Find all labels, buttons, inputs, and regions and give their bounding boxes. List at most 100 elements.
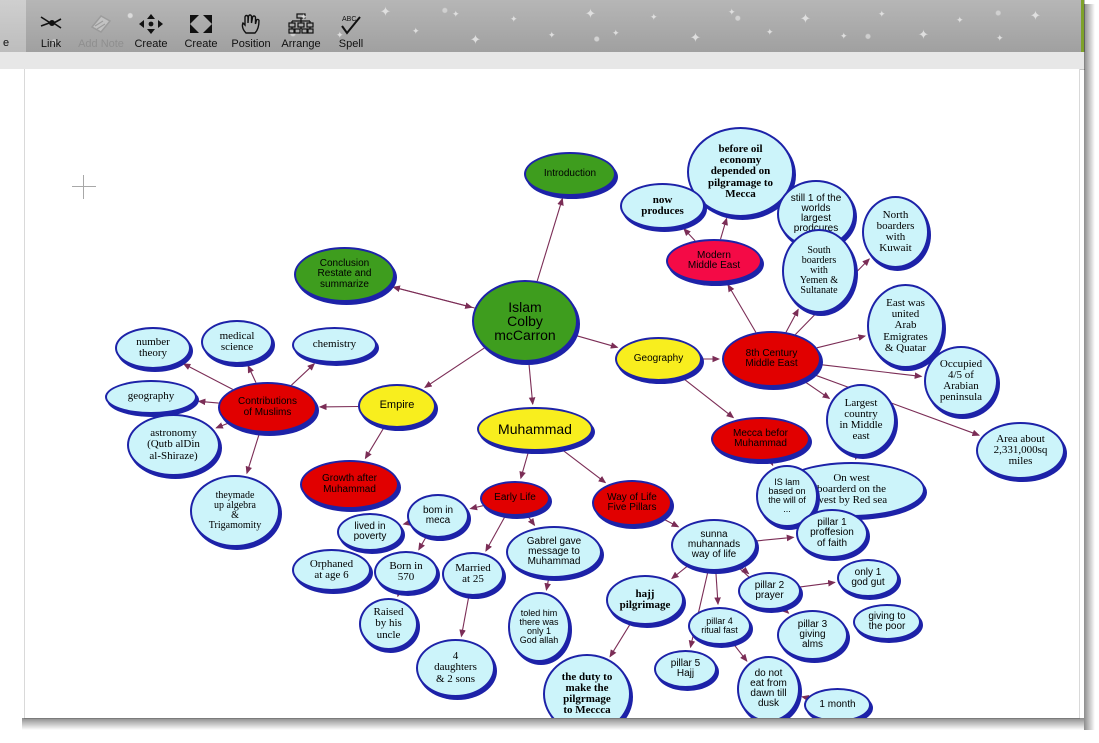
mindmap-node-islam[interactable]: Islam Colby mcCarron [472,280,578,362]
toolbar-decorative-star-icon: ✦ [650,12,658,22]
mindmap-link-muhammad-to-earlylife[interactable] [519,450,530,480]
mindmap-node-northbord[interactable]: North boarders with Kuwait [862,196,929,268]
mindmap-link-pillar2-to-only1god[interactable] [800,579,836,588]
mindmap-link-geography-to-meccabefor[interactable] [681,377,735,419]
mindmap-link-wayoflife-to-sunna[interactable] [661,517,680,528]
mindmap-link-conclusion-to-islam[interactable] [389,285,473,309]
canvas-left-gutter [0,69,25,718]
mindmap-link-century8-to-largest[interactable] [802,380,831,400]
mindmap-link-sunna-to-pillar4[interactable] [714,570,721,606]
mindmap-node-bornmeca[interactable]: bom in meca [407,494,469,538]
mindmap-link-contributions-to-astronomy[interactable] [215,422,229,429]
mindmap-node-pillar3[interactable]: pillar 3 giving alms [777,610,848,660]
mindmap-link-contributions-to-geographysub[interactable] [197,398,219,406]
mindmap-node-wayoflife[interactable]: Way of Life Five Pillars [592,480,672,526]
toolbar-decorative-star-icon: ✦ [452,9,460,19]
mindmap-node-born570[interactable]: Born in 570 [374,551,438,593]
mindmap-node-empire[interactable]: Empire [358,384,436,428]
mindmap-link-modernme-to-nowproduces[interactable] [683,228,696,242]
mindmap-link-meccabefor-to-islambased[interactable] [766,457,774,467]
mindmap-node-sunna[interactable]: sunna muhannads way of life [671,519,757,571]
mindmap-node-earlylife[interactable]: Early Life [480,481,550,516]
mindmap-link-earlylife-to-bornmeca[interactable] [469,503,484,511]
mindmap-link-earlylife-to-gabrel[interactable] [526,514,536,527]
mindmap-node-married25[interactable]: Married at 25 [442,552,504,596]
mindmap-node-growth[interactable]: Growth after Muhammad [300,460,399,509]
mindmap-node-conclusion[interactable]: Conclusion Restate and summarize [294,247,395,302]
mindmap-link-modernme-to-beforeoil[interactable] [719,217,728,240]
toolbar-button-create-3[interactable]: Create [176,2,226,52]
mindmap-node-label: Mecca befor Muhammad [732,427,789,449]
mindmap-node-largest[interactable]: Largest country in Middle east [826,384,896,456]
mindmap-node-algebra[interactable]: theymade up algebra & Trigamomity [190,475,280,547]
mindmap-link-born570-to-raiseduncle[interactable] [396,588,404,598]
mindmap-link-islam-to-muhammad[interactable] [528,361,536,406]
toolbar-decorative-star-icon: ✦ [918,27,929,42]
mindmap-node-livedpoverty[interactable]: lived in poverty [337,513,403,551]
hand-icon [234,10,268,38]
mindmap-link-contributions-to-chemistry[interactable] [291,363,316,386]
mindmap-node-century8[interactable]: 8th Century Middle East [722,331,821,387]
mindmap-node-medical[interactable]: medical science [201,320,273,364]
mindmap-node-label: Islam Colby mcCarron [494,298,556,344]
mindmap-node-1month[interactable]: 1 month [804,688,871,718]
mindmap-node-occupied[interactable]: Occupied 4/5 of Arabian peninsula [924,346,998,416]
mindmap-link-contributions-to-medical[interactable] [247,365,257,383]
mindmap-node-label: Born in 570 [389,559,423,583]
mindmap-link-earlylife-to-married25[interactable] [485,515,507,552]
mindmap-node-geographysub[interactable]: geography [105,380,197,414]
toolbar-button-link-0[interactable]: Link [26,2,76,52]
mindmap-link-century8-to-eastunited[interactable] [816,334,867,349]
mindmap-node-meccabefor[interactable]: Mecca befor Muhammad [711,417,810,461]
mindmap-node-pillar1[interactable]: pillar 1 proffesion of faith [796,509,868,558]
mindmap-node-toledhim[interactable]: toled him there was only 1 God allah [508,592,570,662]
toolbar-button-arrange-5[interactable]: Arrange [276,2,326,52]
mindmap-node-chemistry[interactable]: chemistry [292,327,377,363]
mindmap-node-pillar4[interactable]: pillar 4 ritual fast [688,607,751,645]
mindmap-node-muhammad[interactable]: Muhammad [477,407,593,451]
mindmap-node-only1god[interactable]: only 1 god gut [837,559,899,597]
mindmap-node-introduction[interactable]: Introduction [524,152,616,196]
mindmap-node-modernme[interactable]: Modern Middle East [666,239,762,283]
mindmap-node-contributions[interactable]: Contributions of Muslims [218,382,317,433]
mindmap-node-givingpoor[interactable]: giving to the poor [853,604,921,640]
mindmap-node-geography[interactable]: Geography [615,337,702,381]
mindmap-node-pillar5[interactable]: pillar 5 Hajj [654,650,717,688]
mindmap-link-islam-to-empire[interactable] [424,347,486,389]
mindmap-node-label: Early Life [494,492,536,504]
mindmap-node-pillar2[interactable]: pillar 2 prayer [738,572,801,610]
mindmap-link-islam-to-introduction[interactable] [536,197,564,282]
mindmap-link-bornmeca-to-born570[interactable] [418,536,427,551]
mindmap-link-century8-to-modernme[interactable] [727,284,757,333]
mindmap-node-hajj[interactable]: hajj pilgrimage [606,575,684,625]
mindmap-link-gabrel-to-toledhim[interactable] [544,577,551,591]
mindmap-link-century8-to-southbord[interactable] [785,308,799,333]
mindmap-node-daughters[interactable]: 4 daughters & 2 sons [416,639,495,697]
mind-map-canvas[interactable]: Islam Colby mcCarron Introduction Conclusion… [24,69,1080,719]
mindmap-link-sunna-to-hajj[interactable] [671,565,689,580]
toolbar-button-spell-6[interactable]: ABC Spell [326,2,376,52]
mindmap-link-contributions-to-numbertheory[interactable] [182,363,233,390]
mindmap-link-sunna-to-pillar1[interactable] [756,534,795,542]
mindmap-node-eastunited[interactable]: East was united Arab Emigrates & Quatar [867,284,944,368]
mindmap-node-area[interactable]: Area about 2,331,000sq miles [976,422,1065,479]
toolbar-button-create-2[interactable]: Create [126,2,176,52]
mindmap-node-donoteat[interactable]: do not eat from dawn till dusk [737,656,800,718]
mindmap-link-contributions-to-algebra[interactable] [245,432,261,475]
mindmap-link-islam-to-geography[interactable] [574,334,619,349]
mindmap-link-empire-to-growth[interactable] [364,426,385,460]
mindmap-node-gabrel[interactable]: Gabrel gave message to Muhammad [506,526,602,578]
mindmap-link-married25-to-daughters[interactable] [459,595,470,638]
mindmap-node-southbord[interactable]: South boarders with Yemen & Sultanate [782,229,856,313]
mindmap-link-hajj-to-duty[interactable] [609,622,632,658]
mindmap-node-orphaned[interactable]: Orphaned at age 6 [292,549,371,591]
toolbar-button-position-4[interactable]: Position [226,2,276,52]
toolbar-decorative-star-icon: ✦ [800,11,811,26]
mind-map-application-window: e Link Add Note Create Create Position Arrang… [0,0,1099,743]
mindmap-node-numbertheory[interactable]: number theory [115,327,191,369]
mindmap-link-muhammad-to-wayoflife[interactable] [560,448,607,484]
mindmap-node-nowproduces[interactable]: now produces [620,183,705,229]
mindmap-node-astronomy[interactable]: astronomy (Qutb alDin al-Shiraze) [127,414,220,476]
mindmap-node-raiseduncle[interactable]: Raised by his uncle [359,598,418,650]
mindmap-link-pillar4-to-donoteat[interactable] [732,642,748,662]
